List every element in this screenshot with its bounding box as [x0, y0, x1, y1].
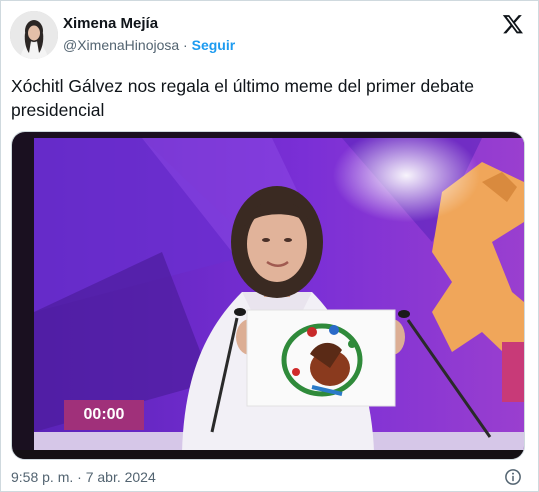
- avatar-image: [10, 11, 58, 59]
- author-handle[interactable]: @XimenaHinojosa: [63, 37, 179, 53]
- avatar[interactable]: [10, 11, 58, 59]
- author-meta: @XimenaHinojosa · Seguir: [63, 37, 235, 53]
- x-logo-icon[interactable]: [502, 13, 524, 35]
- tweet-timestamp[interactable]: 9:58 p. m. · 7 abr. 2024: [11, 469, 156, 485]
- tweet-text: Xóchitl Gálvez nos regala el último meme…: [11, 76, 474, 120]
- author-name[interactable]: Ximena Mejía: [63, 15, 158, 32]
- info-icon[interactable]: [504, 468, 522, 486]
- meta-separator: ·: [179, 37, 192, 53]
- media-timer: 00:00: [83, 406, 125, 423]
- tweet-media[interactable]: 00:00: [11, 131, 525, 460]
- follow-button[interactable]: Seguir: [192, 37, 236, 53]
- tweet-card: Ximena Mejía @XimenaHinojosa · Seguir Xó…: [0, 0, 539, 492]
